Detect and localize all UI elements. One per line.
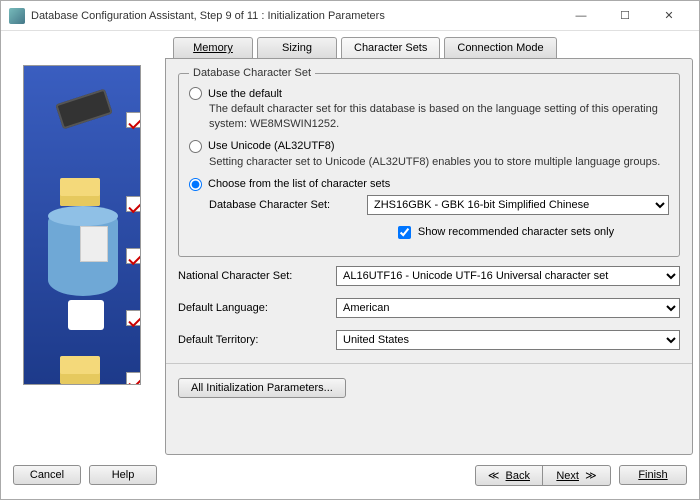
- use-default-desc: The default character set for this datab…: [209, 102, 669, 132]
- wizard-graphic: [23, 65, 141, 385]
- close-button[interactable]: ✕: [647, 2, 691, 30]
- minimize-button[interactable]: —: [559, 2, 603, 30]
- tab-character-sets[interactable]: Character Sets: [341, 37, 440, 58]
- footer: Cancel Help ≪ Back Next ≫ Finish: [1, 455, 699, 499]
- national-charset-select[interactable]: AL16UTF16 - Unicode UTF-16 Universal cha…: [336, 266, 680, 286]
- radio-use-default[interactable]: [189, 87, 202, 100]
- wizard-sidebar: [7, 37, 157, 455]
- db-charset-label: Database Character Set:: [209, 199, 359, 211]
- radio-use-unicode[interactable]: [189, 140, 202, 153]
- national-charset-label: National Character Set:: [178, 270, 328, 282]
- cancel-button[interactable]: Cancel: [13, 465, 81, 485]
- show-recommended-label: Show recommended character sets only: [418, 226, 614, 238]
- db-charset-select[interactable]: ZHS16GBK - GBK 16-bit Simplified Chinese: [367, 195, 669, 215]
- radio-use-default-label: Use the default: [208, 88, 282, 100]
- step-check-icon: [126, 372, 141, 385]
- step-check-icon: [126, 248, 141, 264]
- db-charset-group: Database Character Set Use the default T…: [178, 67, 680, 257]
- all-init-params-button[interactable]: All Initialization Parameters...: [178, 378, 346, 398]
- use-unicode-desc: Setting character set to Unicode (AL32UT…: [209, 155, 669, 170]
- tab-bar: Memory Sizing Character Sets Connection …: [165, 37, 693, 58]
- app-icon: [9, 8, 25, 24]
- default-language-select[interactable]: American: [336, 298, 680, 318]
- db-charset-legend: Database Character Set: [189, 67, 315, 79]
- tab-memory[interactable]: Memory: [173, 37, 253, 58]
- window-title: Database Configuration Assistant, Step 9…: [31, 10, 559, 22]
- next-button[interactable]: Next ≫: [543, 465, 611, 486]
- radio-choose-list-label: Choose from the list of character sets: [208, 178, 390, 190]
- radio-use-unicode-label: Use Unicode (AL32UTF8): [208, 140, 335, 152]
- default-territory-select[interactable]: United States: [336, 330, 680, 350]
- step-check-icon: [126, 196, 141, 212]
- finish-button[interactable]: Finish: [619, 465, 687, 485]
- maximize-button[interactable]: ☐: [603, 2, 647, 30]
- radio-choose-list[interactable]: [189, 178, 202, 191]
- step-check-icon: [126, 310, 141, 326]
- back-button[interactable]: ≪ Back: [475, 465, 543, 486]
- step-check-icon: [126, 112, 141, 128]
- tab-panel: Database Character Set Use the default T…: [165, 58, 693, 455]
- titlebar: Database Configuration Assistant, Step 9…: [1, 1, 699, 31]
- default-language-label: Default Language:: [178, 302, 328, 314]
- default-territory-label: Default Territory:: [178, 334, 328, 346]
- show-recommended-checkbox[interactable]: [398, 226, 411, 239]
- tab-sizing[interactable]: Sizing: [257, 37, 337, 58]
- tab-connection-mode[interactable]: Connection Mode: [444, 37, 556, 58]
- help-button[interactable]: Help: [89, 465, 157, 485]
